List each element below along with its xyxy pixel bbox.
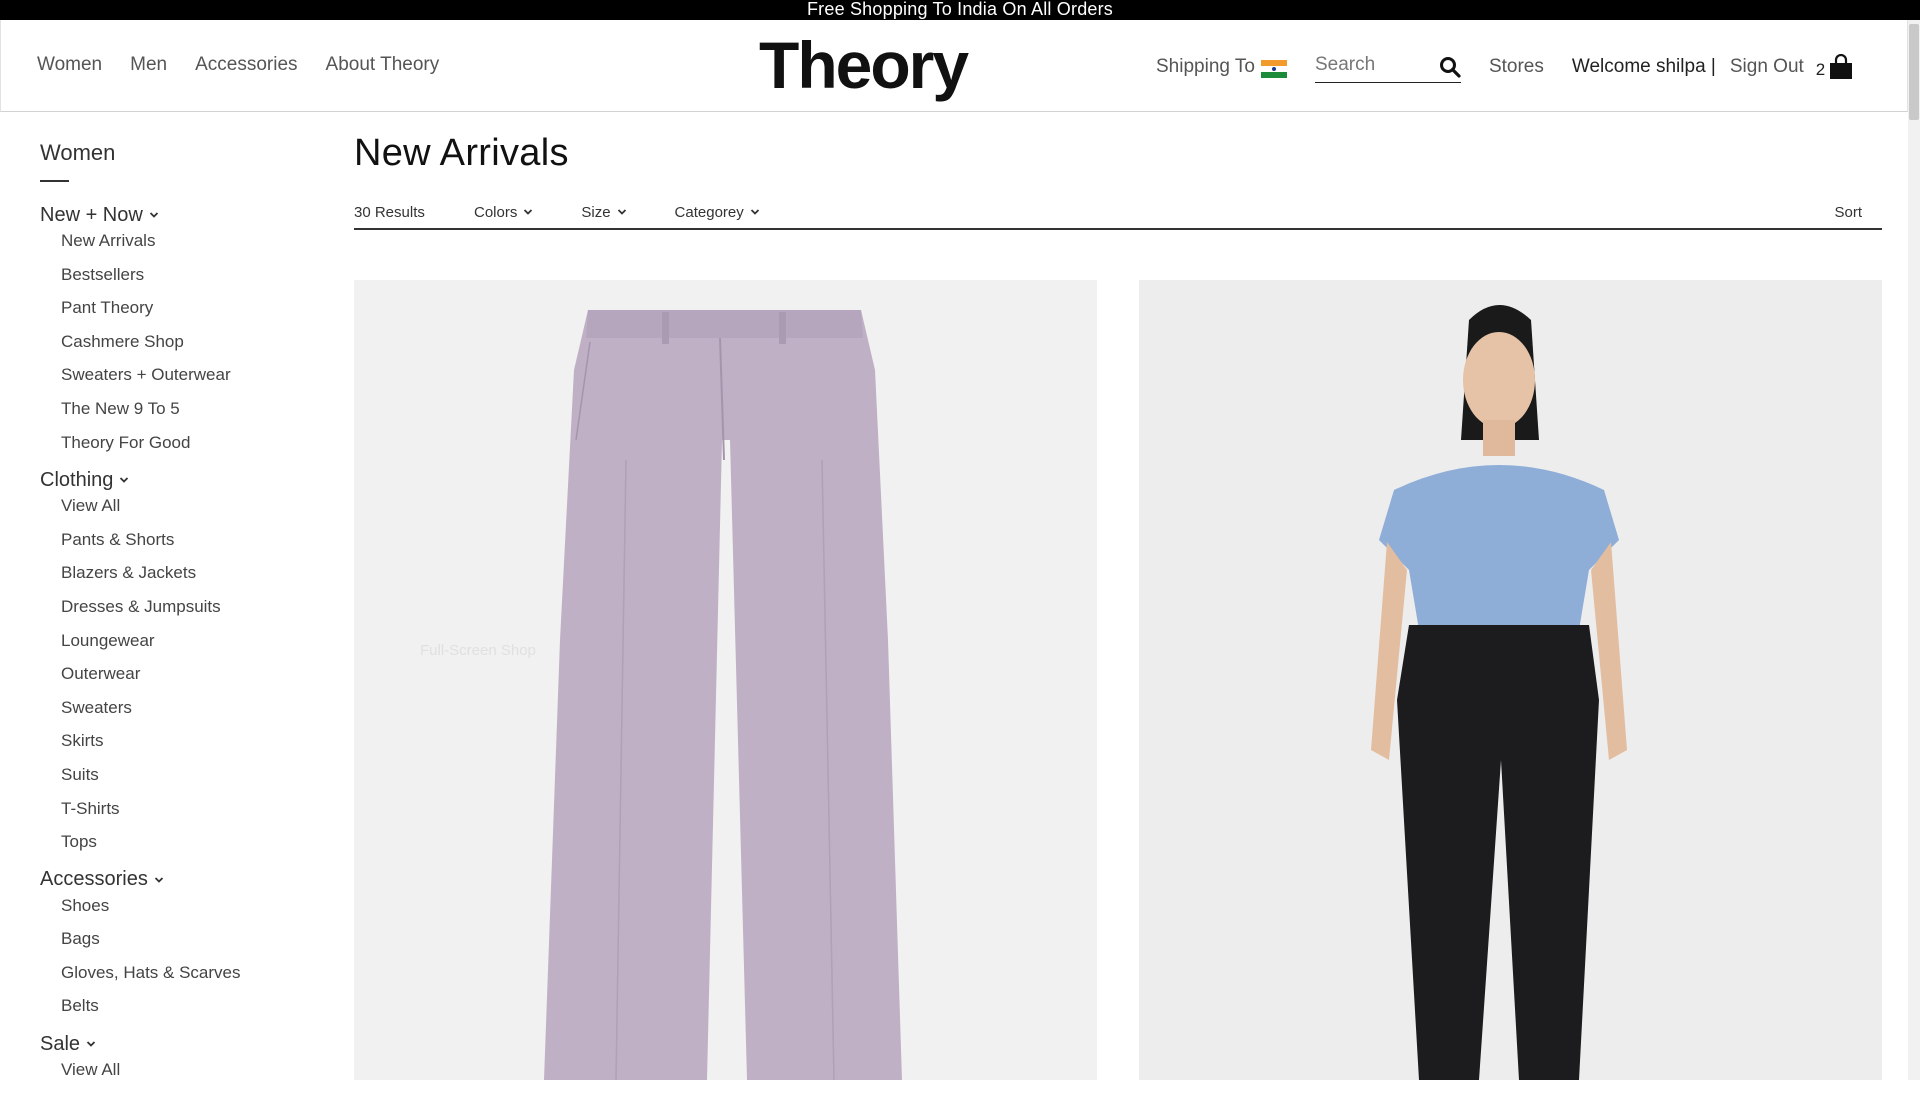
nav-about-theory[interactable]: About Theory	[326, 54, 440, 76]
cart-count: 2	[1815, 60, 1826, 79]
scrollbar-track[interactable]	[1908, 20, 1920, 1080]
search-icon[interactable]	[1439, 56, 1461, 78]
sidebar-item-bags[interactable]: Bags	[40, 928, 310, 962]
filter-label: Colors	[474, 203, 518, 221]
header-utilities: Shipping To Stores Welcome shilpa | Sign…	[1156, 51, 1853, 83]
sidebar-item-belts[interactable]: Belts	[40, 995, 310, 1029]
nav-accessories[interactable]: Accessories	[195, 54, 297, 76]
sidebar-divider	[40, 180, 69, 182]
search-input[interactable]	[1314, 51, 1425, 78]
sidebar-item-new-arrivals[interactable]: New Arrivals	[40, 230, 310, 264]
theory-logo[interactable]: Theory	[759, 32, 969, 98]
sidebar-title: Women	[40, 140, 116, 165]
nav-men[interactable]: Men	[130, 54, 167, 76]
product-image-pants	[544, 310, 902, 1080]
filter-bar: 30 Results Colors Size Categorey Sort	[354, 196, 1882, 230]
chevron-down-icon	[524, 209, 533, 215]
site-header: Women Men Accessories About Theory Theor…	[0, 20, 1908, 112]
filter-colors[interactable]: Colors	[474, 204, 533, 221]
section-label: Clothing	[40, 468, 114, 491]
sidebar-item-cashmere-shop[interactable]: Cashmere Shop	[40, 331, 310, 365]
cart-button[interactable]: 2	[1816, 54, 1853, 80]
product-card[interactable]	[1139, 280, 1882, 1080]
sidebar-item-loungewear[interactable]: Loungewear	[40, 630, 310, 664]
chevron-down-icon	[154, 877, 163, 883]
sign-out-link[interactable]: Sign Out	[1730, 56, 1804, 78]
sidebar-item-bestsellers[interactable]: Bestsellers	[40, 264, 310, 298]
sort-button[interactable]: Sort	[1834, 204, 1862, 221]
sidebar-item-pants-shorts[interactable]: Pants & Shorts	[40, 529, 310, 563]
section-label: Accessories	[40, 868, 148, 891]
sidebar-item-suits[interactable]: Suits	[40, 764, 310, 798]
chevron-down-icon	[750, 209, 759, 215]
chevron-down-icon	[120, 477, 129, 483]
sidebar-item-view-all[interactable]: View All	[40, 495, 310, 529]
chevron-down-icon	[86, 1041, 96, 1047]
product-listing: New Arrivals 30 Results Colors Size Cate…	[354, 132, 1882, 1080]
sidebar-item-theory-for-good[interactable]: Theory For Good	[40, 432, 310, 466]
filter-category[interactable]: Categorey	[675, 204, 760, 221]
stores-link[interactable]: Stores	[1489, 56, 1544, 78]
sidebar-item-t-shirts[interactable]: T-Shirts	[40, 798, 310, 832]
filter-size[interactable]: Size	[581, 204, 626, 221]
page-title: New Arrivals	[354, 132, 569, 174]
welcome-message: Welcome shilpa |	[1571, 56, 1716, 77]
sidebar-section-accessories[interactable]: Accessories	[40, 865, 310, 895]
sidebar-item-dresses-jumpsuits[interactable]: Dresses & Jumpsuits	[40, 596, 310, 630]
sidebar-item-tops[interactable]: Tops	[40, 831, 310, 865]
promo-banner: Free Shopping To India On All Orders	[0, 0, 1920, 20]
sidebar-section-new-now[interactable]: New + Now	[40, 200, 310, 230]
sidebar-item-pant-theory[interactable]: Pant Theory	[40, 297, 310, 331]
scrollbar-thumb[interactable]	[1909, 24, 1919, 120]
shopping-bag-icon	[1830, 54, 1853, 79]
india-flag-icon	[1260, 59, 1287, 78]
sidebar-section-sale[interactable]: Sale	[40, 1029, 310, 1059]
sidebar-item-shoes[interactable]: Shoes	[40, 895, 310, 929]
main-nav: Women Men Accessories About Theory	[37, 54, 439, 76]
sidebar-item-sale-view-all[interactable]: View All	[40, 1059, 310, 1093]
sidebar-item-sweaters-outerwear[interactable]: Sweaters + Outerwear	[40, 364, 310, 398]
product-image-model	[1371, 305, 1627, 1080]
shipping-selector[interactable]: Shipping To	[1156, 56, 1287, 78]
category-sidebar: Women New + Now New Arrivals Bestsellers…	[40, 140, 310, 1093]
sidebar-item-gloves-hats-scarves[interactable]: Gloves, Hats & Scarves	[40, 962, 310, 996]
chevron-down-icon	[617, 209, 626, 215]
results-count: 30 Results	[354, 203, 425, 221]
section-label: Sale	[40, 1032, 81, 1055]
filter-label: Size	[581, 203, 611, 221]
sidebar-section-clothing[interactable]: Clothing	[40, 465, 310, 495]
shipping-label: Shipping To	[1156, 56, 1255, 77]
product-card[interactable]: Full-Screen Shop	[354, 280, 1097, 1080]
sidebar-item-new-9-to-5[interactable]: The New 9 To 5	[40, 398, 310, 432]
search-box	[1314, 51, 1461, 83]
filter-label: Categorey	[674, 203, 744, 221]
chevron-down-icon	[149, 212, 158, 218]
section-label: New + Now	[40, 203, 143, 226]
nav-women[interactable]: Women	[37, 54, 102, 76]
sidebar-item-sweaters[interactable]: Sweaters	[40, 697, 310, 731]
sidebar-item-skirts[interactable]: Skirts	[40, 730, 310, 764]
sidebar-item-outerwear[interactable]: Outerwear	[40, 663, 310, 697]
card-overlay-text: Full-Screen Shop	[420, 642, 536, 659]
sidebar-item-blazers-jackets[interactable]: Blazers & Jackets	[40, 562, 310, 596]
